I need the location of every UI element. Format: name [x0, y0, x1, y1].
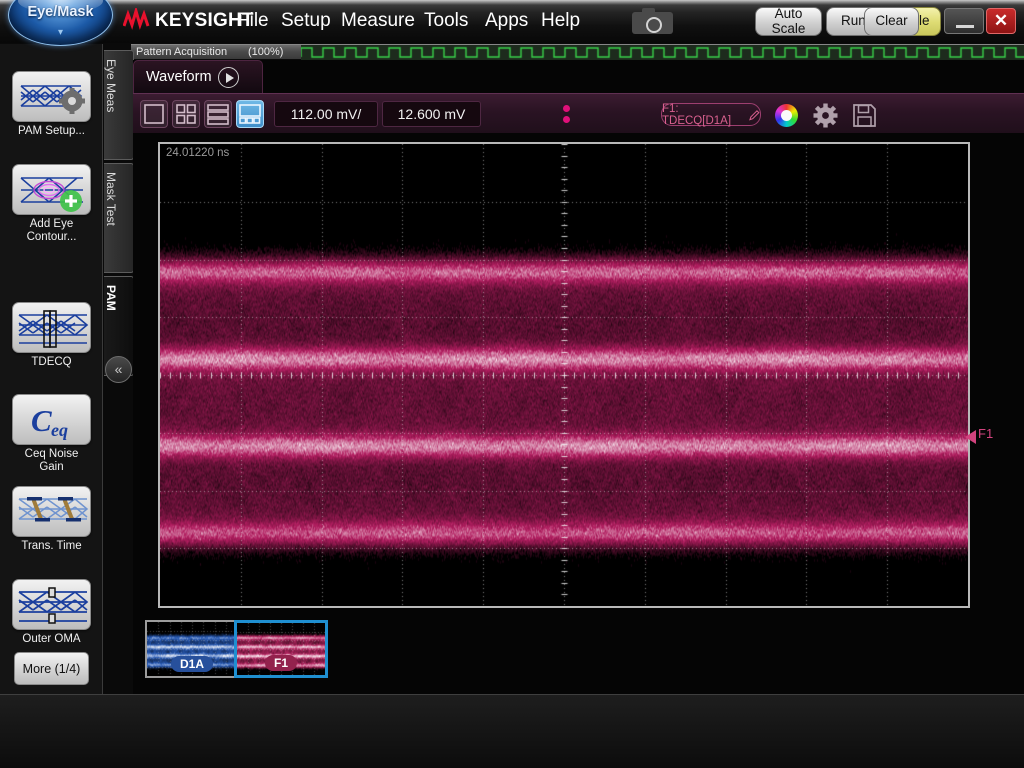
outer-oma-label: Outer OMA [12, 633, 91, 646]
tab-eye-meas-label: Eye Meas [104, 51, 118, 112]
screenshot-camera-icon[interactable] [632, 12, 673, 34]
left-sidebar: PAM Setup... Add Eye [0, 44, 103, 694]
menu-file[interactable]: File [238, 10, 269, 32]
offset-field[interactable]: 12.600 mV [382, 101, 481, 127]
play-icon[interactable] [218, 67, 239, 88]
ceq-icon: C eq [13, 395, 91, 445]
vertical-dots-indicator [563, 105, 570, 127]
bottom-status-bar: D1A 112 mV/ 12.64 mV 1 5A 263.5 µW/ 515.… [0, 694, 1024, 768]
layout-quad-pane-button[interactable] [172, 100, 200, 128]
sidebar-item-tdecq[interactable]: TDECQ [12, 302, 91, 369]
layout-stacked-pane-button[interactable] [204, 100, 232, 128]
minimize-button[interactable] [944, 8, 984, 34]
waveform-graticule[interactable]: 24.01220 ns [158, 142, 970, 608]
gear-icon[interactable] [813, 103, 838, 128]
tab-mask-test[interactable]: Mask Test [104, 163, 134, 273]
eye-gear-icon [13, 72, 91, 122]
mixed-pane-icon [237, 101, 263, 127]
tab-pam-label: PAM [104, 277, 118, 311]
ceq-noise-gain-label: Ceq Noise Gain [12, 448, 91, 474]
quad-pane-icon [173, 101, 199, 127]
save-disk-icon[interactable] [852, 103, 877, 128]
waveform-tab-label: Waveform [146, 69, 212, 85]
pattern-waveform-indicator [301, 45, 1024, 60]
clear-label: Clear [875, 14, 907, 28]
outer-oma-button[interactable] [12, 579, 91, 630]
chevron-down-icon: ▾ [58, 27, 63, 38]
f1-trace-marker[interactable]: F1 [978, 426, 993, 441]
layout-mixed-pane-button[interactable] [236, 100, 264, 128]
sidebar-item-ceq-noise-gain[interactable]: C eq Ceq Noise Gain [12, 394, 91, 474]
menu-measure[interactable]: Measure [341, 10, 415, 32]
stacked-pane-icon [205, 101, 231, 127]
eye-mask-mode-button[interactable]: Eye/Mask ▾ [8, 0, 113, 46]
collapse-sidebar-button[interactable]: « [105, 356, 132, 383]
sidebar-item-add-eye-contour[interactable]: Add Eye Contour... [12, 164, 91, 244]
layout-single-pane-button[interactable] [140, 100, 168, 128]
menu-apps[interactable]: Apps [485, 10, 528, 32]
sidebar-vertical-tabs: Eye Meas Mask Test PAM [104, 50, 134, 395]
menu-setup[interactable]: Setup [281, 10, 331, 32]
sidebar-item-trans-time[interactable]: Trans. Time [12, 486, 91, 553]
pattern-acquisition-bar: Pattern Acquisition (100%) [131, 44, 1024, 59]
thumbnail-f1-badge: F1 [265, 655, 297, 671]
auto-scale-label: Auto Scale [772, 7, 806, 35]
eye-tdecq-icon [13, 303, 91, 353]
svg-text:C: C [31, 403, 52, 438]
trans-time-label: Trans. Time [12, 540, 91, 553]
pam-setup-button[interactable] [12, 71, 91, 122]
add-eye-contour-button[interactable] [12, 164, 91, 215]
graticule-corner-time-label: 24.01220 ns [166, 147, 229, 159]
minimize-icon [956, 25, 974, 28]
tab-eye-meas[interactable]: Eye Meas [104, 50, 134, 160]
auto-scale-button[interactable]: Auto Scale [755, 7, 822, 36]
keysight-logo-icon [123, 8, 151, 32]
eye-diagram-canvas [160, 144, 968, 606]
clear-button[interactable]: Clear [864, 7, 919, 36]
waveform-panel: Waveform [133, 60, 1024, 694]
tdecq-label: TDECQ [12, 356, 91, 369]
waveform-tab[interactable]: Waveform [133, 60, 263, 93]
thumbnail-f1[interactable]: F1 [234, 620, 328, 678]
menu-tools[interactable]: Tools [424, 10, 468, 32]
tab-mask-test-label: Mask Test [104, 164, 118, 226]
outer-oma-icon [13, 580, 91, 630]
waveform-toolbar: 112.00 mV/ 12.600 mV F1: TDECQ[D1A] [133, 93, 1024, 133]
transition-time-icon [13, 487, 91, 537]
eye-mask-label: Eye/Mask [9, 4, 112, 20]
sidebar-item-pam-setup[interactable]: PAM Setup... [12, 71, 91, 138]
svg-text:eq: eq [51, 420, 68, 440]
more-button[interactable]: More (1/4) [14, 652, 89, 685]
edit-pencil-icon[interactable] [749, 109, 760, 121]
thumbnail-d1a-badge: D1A [171, 656, 213, 672]
close-button[interactable]: ✕ [986, 8, 1016, 34]
ceq-noise-gain-button[interactable]: C eq [12, 394, 91, 445]
color-wheel-icon[interactable] [775, 104, 798, 127]
pam-setup-label: PAM Setup... [12, 125, 91, 138]
source-pill-label: F1: TDECQ[D1A] [662, 103, 745, 127]
add-eye-contour-label: Add Eye Contour... [12, 218, 91, 244]
tdecq-button[interactable] [12, 302, 91, 353]
oscilloscope-app: Eye/Mask ▾ KEYSIGHT File Setup Measure T… [0, 0, 1024, 768]
source-pill[interactable]: F1: TDECQ[D1A] [661, 103, 761, 126]
thumbnail-d1a[interactable]: D1A [145, 620, 239, 678]
menu-help[interactable]: Help [541, 10, 580, 32]
trans-time-button[interactable] [12, 486, 91, 537]
pattern-acquisition-percent: (100%) [248, 46, 283, 58]
eye-contour-plus-icon [13, 165, 91, 215]
sidebar-item-outer-oma[interactable]: Outer OMA [12, 579, 91, 646]
single-pane-icon [141, 101, 167, 127]
volts-per-div-field[interactable]: 112.00 mV/ [274, 101, 378, 127]
pattern-acquisition-label: Pattern Acquisition [136, 46, 227, 58]
